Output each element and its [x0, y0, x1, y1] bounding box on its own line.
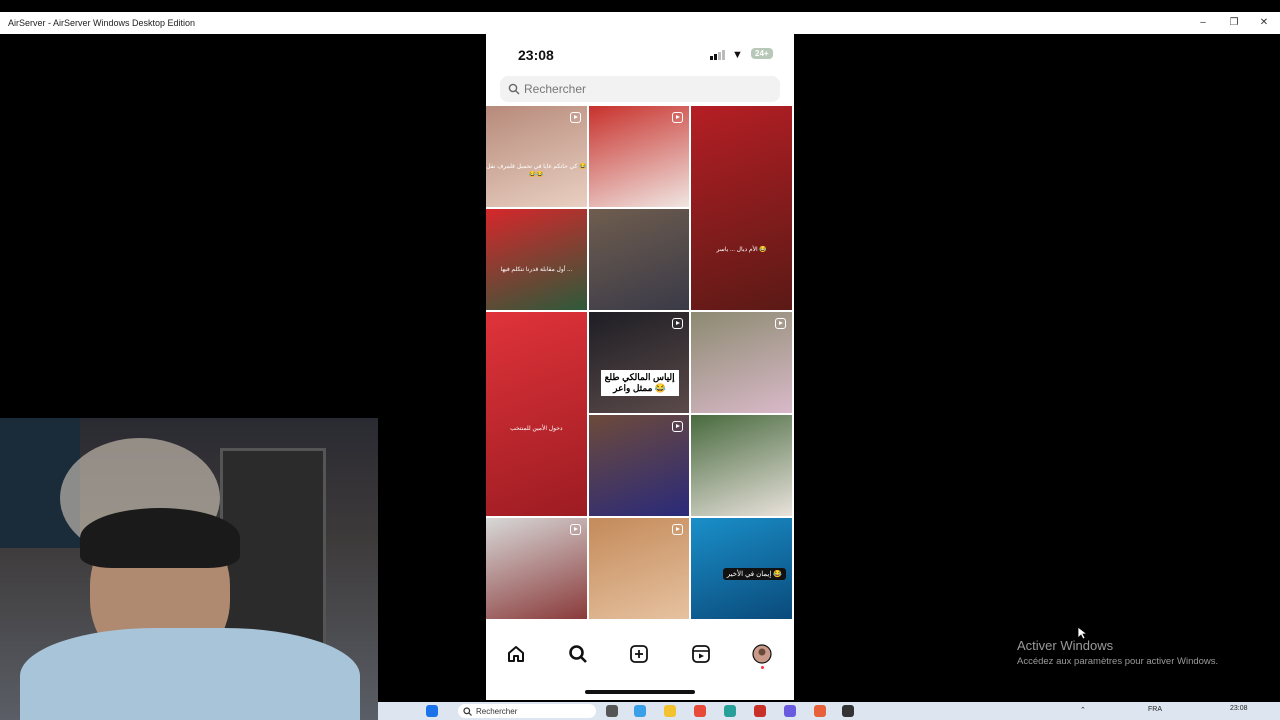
phone-screen: 23:08 ▼ 24+ Rechercher كي جانكم غايا في …	[486, 34, 794, 700]
tile-caption-box: إلياس المالكي طلع ممثل واعر 😂	[600, 370, 679, 396]
mouse-cursor-icon	[1077, 626, 1087, 640]
search-icon[interactable]	[568, 644, 588, 664]
reel-icon	[569, 524, 581, 535]
activation-watermark: Activer Windows Accédez aux paramètres p…	[1017, 638, 1218, 667]
task-view-icon[interactable]	[606, 705, 618, 717]
taskbar-search-label: Rechercher	[476, 707, 518, 716]
explore-tile[interactable]	[486, 518, 587, 619]
battery-badge: 24+	[751, 48, 773, 59]
taskbar-search-icon	[463, 707, 472, 716]
explore-grid: كي جانكم غايا في تحميل قلمرف نقل 😂😂😂 أول …	[486, 106, 794, 634]
edge-icon[interactable]	[634, 705, 646, 717]
close-icon[interactable]: ✕	[1258, 17, 1270, 29]
reel-icon	[672, 524, 684, 535]
explore-tile[interactable]: أول مقابلة قدرنا نتكلم فيها ...	[486, 209, 587, 310]
taskbar-search[interactable]: Rechercher	[458, 704, 596, 718]
reel-icon	[569, 112, 581, 123]
search-icon	[508, 83, 520, 95]
explore-tile[interactable]	[691, 312, 792, 413]
activation-subtitle: Accédez aux paramètres pour activer Wind…	[1017, 656, 1219, 667]
reels-icon[interactable]	[691, 644, 711, 664]
top-black-strip	[0, 0, 1280, 12]
explore-tile[interactable]	[588, 209, 690, 310]
explore-tile[interactable]: إيمان في الأخير 😂	[691, 518, 792, 619]
reel-icon	[672, 112, 684, 123]
window-title: AirServer - AirServer Windows Desktop Ed…	[8, 18, 196, 28]
status-time: 23:08	[518, 47, 554, 63]
start-icon[interactable]	[426, 705, 438, 717]
explore-tile[interactable]	[588, 518, 690, 619]
explore-tile[interactable]	[588, 415, 690, 516]
language-indicator[interactable]: FRA	[1148, 706, 1162, 713]
tile-caption: كي جانكم غايا في تحميل قلمرف نقل 😂😂😂	[486, 163, 587, 178]
airserver-icon[interactable]	[842, 705, 854, 717]
chrome-icon[interactable]	[694, 705, 706, 717]
search-bar[interactable]: Rechercher	[500, 76, 780, 102]
reel-icon	[672, 421, 684, 432]
webcam-overlay	[0, 418, 378, 720]
search-placeholder: Rechercher	[524, 82, 587, 96]
tile-caption: دخول الأمين للمنتخب	[510, 426, 563, 433]
explore-tile[interactable]: دخول الأمين للمنتخب	[486, 312, 587, 516]
reel-icon	[774, 318, 786, 329]
tray-chevron-icon[interactable]: ⌃	[1080, 706, 1086, 714]
explorer-icon[interactable]	[664, 705, 676, 717]
home-indicator	[585, 690, 695, 694]
webcam-shirt	[20, 628, 360, 720]
explore-tile[interactable]	[691, 106, 792, 310]
explore-tile[interactable]	[691, 415, 792, 516]
tile-caption: الأم ديال ... ياسر 😂	[716, 247, 767, 253]
home-icon[interactable]	[506, 644, 526, 664]
tile-caption: أول مقابلة قدرنا نتكلم فيها ...	[500, 266, 573, 273]
windows-taskbar: Rechercher ⌃ FRA 23:08	[378, 702, 1280, 720]
taskbar-clock[interactable]: 23:08	[1230, 705, 1248, 712]
minimize-icon[interactable]: –	[1197, 17, 1209, 29]
discord-icon[interactable]	[784, 705, 796, 717]
explore-tile[interactable]: كي جانكم غايا في تحميل قلمرف نقل 😂😂😂	[486, 106, 587, 207]
tile-caption-dark: إيمان في الأخير 😂	[722, 568, 786, 580]
explore-tile[interactable]	[588, 106, 690, 207]
reel-icon	[672, 318, 684, 329]
notification-dot	[761, 666, 764, 669]
restore-icon[interactable]: ❐	[1228, 17, 1240, 29]
profile-avatar[interactable]	[752, 644, 772, 664]
bottom-nav	[486, 634, 794, 678]
webcam-cap	[80, 508, 240, 568]
signal-icon	[710, 50, 725, 60]
window-titlebar: AirServer - AirServer Windows Desktop Ed…	[0, 12, 1280, 34]
app-icon[interactable]	[724, 705, 736, 717]
app-icon-2[interactable]	[754, 705, 766, 717]
wifi-icon: ▼	[732, 49, 743, 61]
create-icon[interactable]	[629, 644, 649, 664]
explore-tile[interactable]: إلياس المالكي طلع ممثل واعر 😂	[588, 312, 690, 413]
app-icon-3[interactable]	[814, 705, 826, 717]
activation-title: Activer Windows	[1017, 638, 1114, 653]
